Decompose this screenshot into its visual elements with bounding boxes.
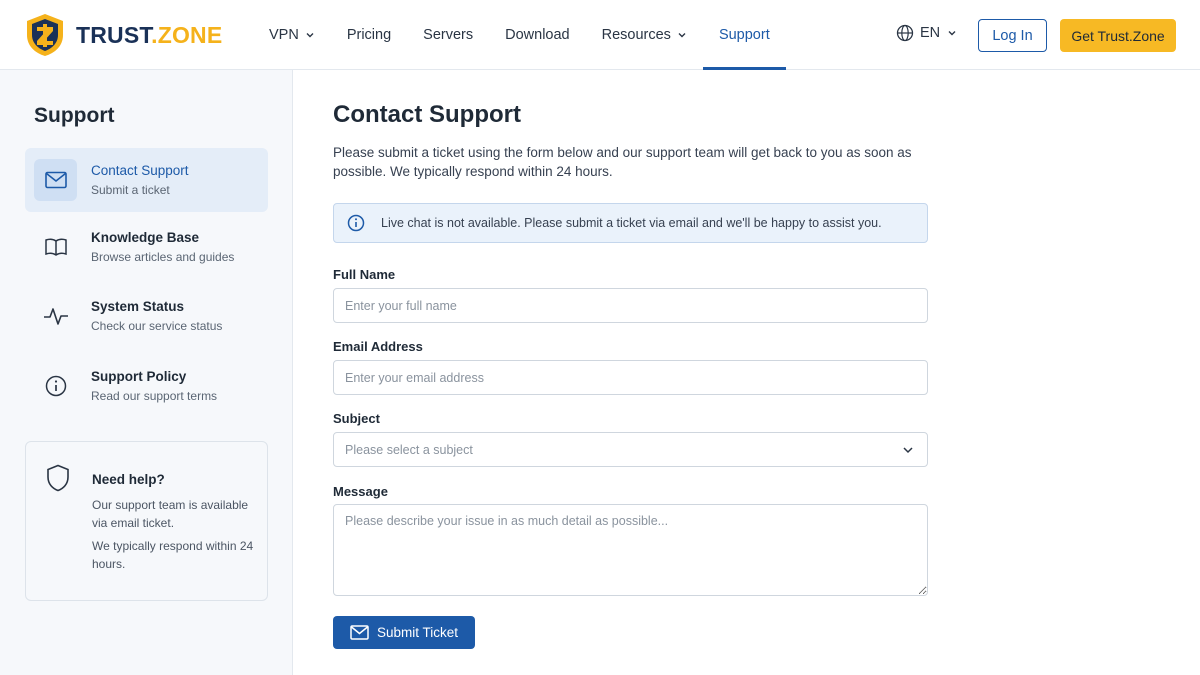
live-chat-notice: Live chat is not available. Please submi… — [333, 203, 928, 243]
notice-text: Live chat is not available. Please submi… — [381, 216, 882, 230]
sidebar-item-label: Support Policy — [91, 369, 187, 384]
nav-vpn[interactable]: VPN — [253, 0, 331, 70]
full-name-label: Full Name — [333, 267, 396, 282]
submit-ticket-label: Submit Ticket — [376, 625, 459, 640]
sidebar-item-support-policy[interactable]: Support Policy Read our support terms — [25, 354, 268, 418]
need-help-card: Need help? Our support team is available… — [25, 441, 268, 601]
nav-download[interactable]: Download — [489, 0, 586, 70]
brand-logo[interactable]: TRUST.ZONE — [24, 12, 222, 58]
info-icon — [34, 365, 77, 407]
help-title: Need help? — [92, 472, 165, 487]
help-text-availability: Our support team is available via email … — [92, 498, 249, 530]
chevron-down-icon — [903, 447, 913, 454]
sidebar-item-system-status[interactable]: System Status Check our service status — [25, 284, 268, 348]
mail-icon — [34, 159, 77, 201]
sidebar-item-label: Contact Support — [91, 163, 189, 178]
full-name-input[interactable] — [333, 288, 928, 323]
shield-logo-icon — [24, 12, 66, 58]
language-selector[interactable]: EN — [896, 24, 957, 42]
message-textarea[interactable] — [333, 504, 928, 596]
email-input[interactable] — [333, 360, 928, 395]
nav-resources[interactable]: Resources — [586, 0, 703, 70]
nav-servers[interactable]: Servers — [407, 0, 489, 70]
message-label: Message — [333, 484, 388, 499]
chevron-down-icon — [306, 33, 314, 38]
sidebar-item-subtitle: Browse articles and guides — [91, 250, 235, 264]
login-button[interactable]: Log In — [978, 19, 1047, 52]
main-content: Contact Support Please submit a ticket u… — [294, 70, 1200, 675]
sidebar-title: Support — [34, 104, 115, 127]
sidebar-item-contact-support[interactable]: Contact Support Submit a ticket — [25, 148, 268, 212]
page-title: Contact Support — [333, 101, 521, 128]
site-header: TRUST.ZONE VPN Pricing Servers Download … — [0, 0, 1200, 70]
subject-select[interactable]: Please select a subject — [333, 432, 928, 467]
book-icon — [34, 226, 77, 268]
sidebar-item-subtitle: Submit a ticket — [91, 183, 170, 197]
shield-icon — [46, 464, 70, 497]
nav-pricing[interactable]: Pricing — [331, 0, 407, 70]
get-trust-zone-button[interactable]: Get Trust.Zone — [1060, 19, 1176, 52]
intro-text: Please submit a ticket using the form be… — [333, 145, 912, 179]
sidebar-item-subtitle: Check our service status — [91, 319, 223, 333]
main-nav: VPN Pricing Servers Download Resources S… — [253, 0, 786, 70]
submit-ticket-button[interactable]: Submit Ticket — [333, 616, 475, 649]
activity-icon — [34, 295, 77, 337]
chevron-down-icon — [678, 33, 686, 38]
mail-icon — [350, 625, 369, 640]
help-text-response-time: We typically respond within 24 hours. — [92, 539, 254, 571]
support-sidebar: Support Contact Support Submit a ticket … — [0, 70, 293, 675]
nav-support[interactable]: Support — [702, 0, 786, 70]
language-label: EN — [920, 25, 941, 41]
sidebar-item-subtitle: Read our support terms — [91, 389, 218, 403]
chevron-down-icon — [948, 31, 956, 36]
sidebar-item-label: System Status — [91, 299, 185, 314]
info-icon — [347, 214, 365, 232]
globe-icon — [896, 24, 914, 42]
subject-select-value: Please select a subject — [345, 442, 473, 457]
subject-label: Subject — [333, 411, 380, 426]
brand-name: TRUST.ZONE — [76, 21, 223, 48]
sidebar-item-knowledge-base[interactable]: Knowledge Base Browse articles and guide… — [25, 215, 268, 279]
sidebar-item-label: Knowledge Base — [91, 230, 200, 245]
email-label: Email Address — [333, 339, 423, 354]
